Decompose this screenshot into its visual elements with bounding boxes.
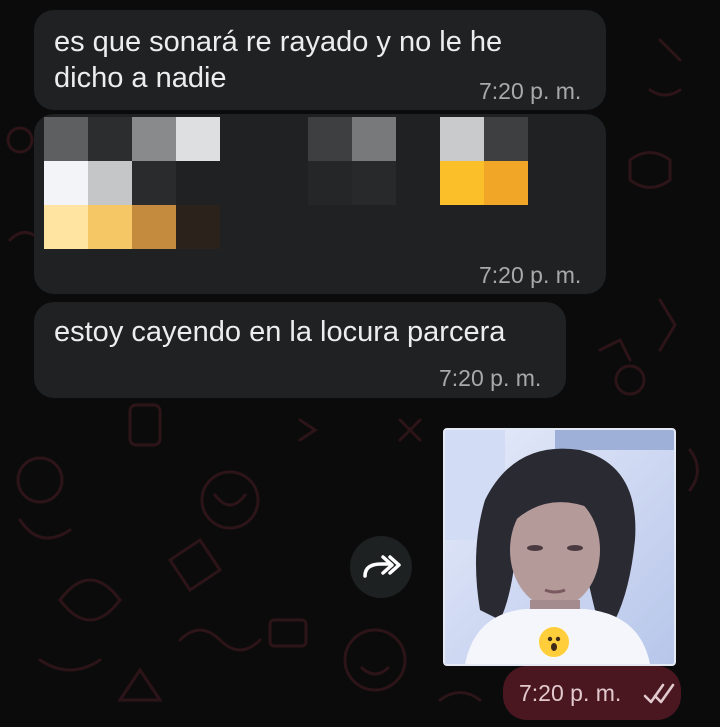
message-time: 7:20 p. m. [479, 78, 582, 104]
outgoing-message-meta: 7:20 p. m. [503, 666, 681, 720]
message-text: estoy cayendo en la locura parcera [54, 316, 506, 348]
incoming-message[interactable]: estoy cayendo en la locura parcera 7:20 … [34, 302, 566, 398]
message-time: 7:20 p. m. [439, 365, 542, 391]
astonished-face-icon[interactable] [537, 625, 571, 659]
incoming-image-message[interactable]: 7:20 p. m. [34, 114, 606, 294]
forward-button[interactable] [350, 536, 412, 598]
pixelated-image[interactable] [34, 114, 606, 254]
message-time: 7:20 p. m. [519, 680, 622, 706]
message-time: 7:20 p. m. [479, 262, 582, 288]
message-text-line1: es que sonará re rayado y no le he [54, 26, 503, 58]
message-text-line2: dicho a nadie [54, 62, 227, 94]
incoming-message[interactable]: es que sonará re rayado y no le he dicho… [34, 10, 606, 110]
double-check-icon [643, 683, 675, 704]
forward-icon [363, 555, 401, 578]
